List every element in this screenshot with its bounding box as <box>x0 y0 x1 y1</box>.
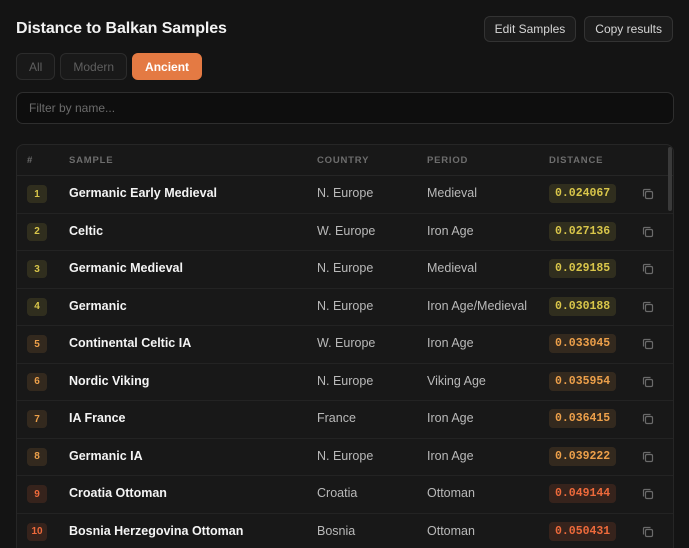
country-cell: N. Europe <box>317 261 374 275</box>
distance-badge: 0.030188 <box>549 296 617 316</box>
distance-badge: 0.035954 <box>549 371 617 391</box>
rank-badge: 10 <box>27 522 47 541</box>
rank-badge: 2 <box>27 222 47 241</box>
filter-modern-button[interactable]: Modern <box>60 53 128 80</box>
country-cell: Croatia <box>317 486 358 500</box>
country-cell: W. Europe <box>317 223 376 238</box>
filter-all-button[interactable]: All <box>16 53 56 80</box>
period-cell: Ottoman <box>427 523 475 538</box>
sample-name: Croatia Ottoman <box>69 486 167 500</box>
distance-badge: 0.033045 <box>549 334 617 353</box>
country-cell: N. Europe <box>317 448 374 463</box>
table-scrollbar[interactable] <box>668 147 672 211</box>
copy-icon[interactable] <box>641 300 655 314</box>
period-cell: Iron Age <box>427 223 474 238</box>
copy-results-button[interactable]: Copy results <box>584 16 673 42</box>
table-row[interactable]: 8 Germanic IA N. Europe Iron Age 0.039222 <box>17 438 673 476</box>
distance-badge: 0.049144 <box>549 484 617 503</box>
rank-badge: 9 <box>27 485 47 503</box>
rank-badge: 1 <box>27 185 47 203</box>
table-row[interactable]: 2 Celtic W. Europe Iron Age 0.027136 <box>17 213 673 251</box>
filter-by-name-input[interactable] <box>16 92 674 124</box>
column-header-sample: SAMPLE <box>69 155 114 166</box>
period-cell: Ottoman <box>427 486 475 500</box>
sample-name: Germanic <box>69 298 127 313</box>
period-cell: Medieval <box>427 261 478 275</box>
page: Distance to Balkan Samples Edit Samples … <box>0 0 689 548</box>
column-header-distance: DISTANCE <box>549 155 604 166</box>
rank-badge: 6 <box>27 372 47 391</box>
distance-badge: 0.027136 <box>549 221 617 241</box>
rank-badge: 7 <box>27 410 47 428</box>
rank-badge: 4 <box>27 297 47 316</box>
country-cell: N. Europe <box>317 373 374 388</box>
table-row[interactable]: 7 IA France France Iron Age 0.036415 <box>17 400 673 439</box>
table-row[interactable]: 10 Bosnia Herzegovina Ottoman Bosnia Ottoma… <box>17 513 673 548</box>
distance-badge: 0.024067 <box>549 184 617 203</box>
rank-badge: 5 <box>27 335 47 353</box>
sample-name: Germanic Medieval <box>69 261 183 275</box>
page-title: Distance to Balkan Samples <box>16 20 227 37</box>
table-header: # SAMPLE COUNTRY PERIOD DISTANCE <box>17 145 673 176</box>
edit-samples-button[interactable]: Edit Samples <box>483 16 577 42</box>
table-row[interactable]: 3 Germanic Medieval N. Europe Medieval 0.029… <box>17 250 673 289</box>
filter-ancient-button[interactable]: Ancient <box>132 53 203 80</box>
sample-name: IA France <box>69 411 126 425</box>
country-cell: W. Europe <box>317 336 376 350</box>
rank-badge: 3 <box>27 260 47 278</box>
distance-badge: 0.036415 <box>549 409 617 428</box>
copy-icon[interactable] <box>641 375 655 389</box>
copy-icon[interactable] <box>641 225 655 239</box>
header: Distance to Balkan Samples Edit Samples … <box>16 16 673 42</box>
distance-badge: 0.050431 <box>549 521 617 541</box>
copy-icon[interactable] <box>641 487 655 501</box>
table-row[interactable]: 5 Continental Celtic IA W. Europe Iron Age 0… <box>17 325 673 364</box>
sample-name: Bosnia Herzegovina Ottoman <box>69 523 244 538</box>
period-cell: Iron Age <box>427 448 474 463</box>
sample-name: Continental Celtic IA <box>69 336 192 350</box>
column-header-country: COUNTRY <box>317 155 370 166</box>
copy-icon[interactable] <box>641 412 655 426</box>
copy-icon[interactable] <box>641 187 655 201</box>
table-row[interactable]: 1 Germanic Early Medieval N. Europe Medieva… <box>17 175 673 214</box>
period-cell: Viking Age <box>427 373 486 388</box>
country-cell: N. Europe <box>317 186 374 200</box>
sample-name: Celtic <box>69 223 104 238</box>
sample-name: Germanic Early Medieval <box>69 186 217 200</box>
period-cell: Iron Age/Medieval <box>427 298 528 313</box>
column-header-rank: # <box>27 155 34 166</box>
period-filter-group: All Modern Ancient <box>16 53 203 80</box>
table-row[interactable]: 9 Croatia Ottoman Croatia Ottoman 0.049144 <box>17 475 673 514</box>
distance-badge: 0.039222 <box>549 446 617 466</box>
copy-icon[interactable] <box>641 450 655 464</box>
copy-icon[interactable] <box>641 262 655 276</box>
header-actions: Edit Samples Copy results <box>483 16 673 42</box>
column-header-period: PERIOD <box>427 155 469 166</box>
distance-badge: 0.029185 <box>549 259 617 278</box>
period-cell: Iron Age <box>427 336 474 350</box>
country-cell: France <box>317 411 356 425</box>
results-table: # SAMPLE COUNTRY PERIOD DISTANCE 1 German… <box>16 144 674 548</box>
country-cell: N. Europe <box>317 298 374 313</box>
sample-name: Germanic IA <box>69 448 143 463</box>
sample-name: Nordic Viking <box>69 373 150 388</box>
rank-badge: 8 <box>27 447 47 466</box>
copy-icon[interactable] <box>641 525 655 539</box>
country-cell: Bosnia <box>317 523 356 538</box>
table-row[interactable]: 4 Germanic N. Europe Iron Age/Medieval 0.030… <box>17 288 673 326</box>
table-row[interactable]: 6 Nordic Viking N. Europe Viking Age 0.03595… <box>17 363 673 401</box>
period-cell: Medieval <box>427 186 478 200</box>
period-cell: Iron Age <box>427 411 474 425</box>
copy-icon[interactable] <box>641 337 655 351</box>
